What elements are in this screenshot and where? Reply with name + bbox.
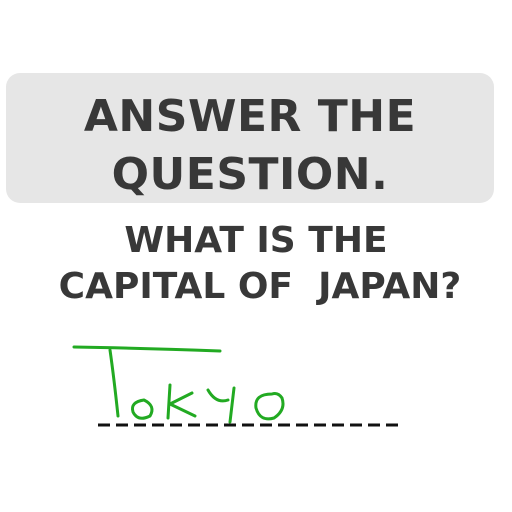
stroke-o (131, 398, 154, 420)
instruction-line-2: QUESTION. (111, 149, 389, 200)
stroke-k-arms (168, 391, 197, 418)
instruction-line-1: ANSWER THE (83, 91, 417, 142)
stroke-t-stem (108, 348, 120, 418)
stroke-o-2 (254, 392, 285, 421)
stroke-y-right (228, 386, 236, 424)
answer-field[interactable]: Tokyo (60, 330, 460, 450)
stroke-t-bar (72, 345, 222, 353)
stroke-k-stem (166, 383, 172, 420)
handwriting-strokes (72, 345, 285, 424)
question-text: WHAT IS THE CAPITAL OF JAPAN? (0, 218, 512, 310)
instruction-banner: ANSWER THE QUESTION. (6, 73, 494, 203)
question-line-2: CAPITAL OF JAPAN? (58, 266, 462, 307)
stroke-y-left (206, 388, 230, 403)
quiz-screen: { "instruction": { "line1": "ANSWER THE"… (0, 0, 512, 512)
question-line-1: WHAT IS THE (124, 220, 388, 261)
handwritten-answer-drawing (72, 345, 398, 427)
instruction-heading: ANSWER THE QUESTION. (6, 88, 494, 204)
